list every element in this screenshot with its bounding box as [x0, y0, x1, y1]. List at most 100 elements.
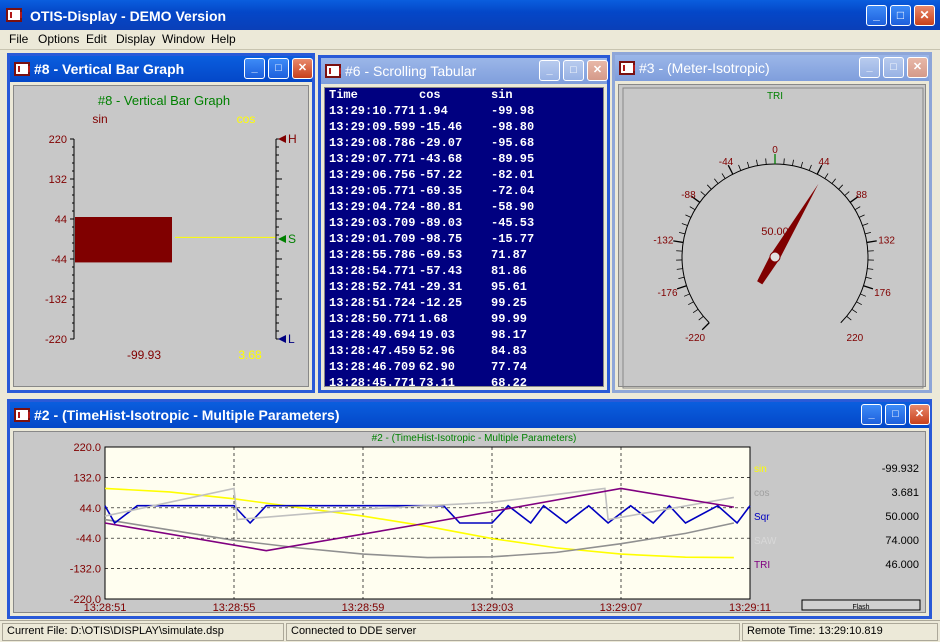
meter-minimize-button[interactable]: _: [859, 57, 880, 78]
meter-title: #3 - (Meter-Isotropic): [639, 60, 770, 76]
bar-minimize-button[interactable]: _: [244, 58, 265, 79]
app-title: OTIS-Display - DEMO Version: [30, 8, 227, 24]
timehist-minimize-button[interactable]: _: [861, 404, 882, 425]
x-tick-label: 13:29:03: [471, 602, 514, 614]
cell-time: 13:29:05.771: [329, 184, 416, 198]
timehist-title: #2 - (TimeHist-Isotropic - Multiple Para…: [34, 407, 340, 423]
legend-value: 74.000: [885, 535, 919, 547]
x-tick-label: 13:28:59: [342, 602, 385, 614]
meter-tick: [800, 161, 804, 168]
meter-scale-label: -44: [719, 157, 734, 168]
tabular-window[interactable]: #6 - Scrolling Tabular _ □ ✕ Time cos si…: [318, 55, 610, 393]
cell-cos: 52.96: [419, 344, 456, 358]
low-marker-icon: [278, 335, 286, 343]
cell-time: 13:29:03.709: [329, 216, 416, 230]
cell-sin: -99.98: [491, 104, 535, 118]
cell-cos: -29.07: [419, 136, 463, 150]
cell-time: 13:28:46.709: [329, 360, 416, 374]
bar-graph-canvas: #8 - Vertical Bar Graph sin cos 220 132 44…: [45, 93, 297, 362]
cell-sin: 77.74: [491, 360, 528, 374]
app-title-bar: OTIS-Display - DEMO Version _ □ ✕: [0, 0, 940, 30]
minimize-button[interactable]: _: [866, 5, 887, 26]
meter-tick: [851, 308, 858, 313]
legend-name: TRI: [754, 560, 770, 571]
meter-tick: [865, 276, 872, 279]
legend-name: Sqr: [754, 512, 770, 523]
bar-inner-title: #8 - Vertical Bar Graph: [98, 93, 230, 108]
menu-file[interactable]: File: [9, 32, 28, 46]
cell-cos: -69.35: [419, 184, 463, 198]
x-tick-label: 13:29:07: [600, 602, 643, 614]
close-button[interactable]: ✕: [914, 5, 935, 26]
meter-tick: [673, 240, 684, 244]
timehist-canvas: #2 - (TimeHist-Isotropic - Multiple Para…: [70, 433, 921, 614]
bar-graph-client: #8 - Vertical Bar Graph sin cos 220 132 44…: [13, 85, 309, 387]
bar-close-button[interactable]: ✕: [292, 58, 313, 79]
cell-cos: -15.46: [419, 120, 463, 134]
bar-graph-title: #8 - Vertical Bar Graph: [34, 61, 185, 77]
axis-tick-label: -44: [51, 254, 67, 266]
bar-maximize-button[interactable]: □: [268, 58, 289, 79]
cell-time: 13:28:55.786: [329, 248, 416, 262]
meter-scale-label: 176: [874, 288, 891, 299]
meter-label: TRI: [767, 91, 783, 102]
cell-time: 13:28:51.724: [329, 296, 416, 310]
cell-time: 13:29:06.756: [329, 168, 416, 182]
cell-sin: -72.04: [491, 184, 535, 198]
menu-edit[interactable]: Edit: [86, 32, 107, 46]
x-tick-label: 13:28:51: [84, 602, 127, 614]
tabular-close-button[interactable]: ✕: [587, 60, 608, 81]
meter-maximize-button[interactable]: □: [883, 57, 904, 78]
cell-sin: 81.86: [491, 264, 528, 278]
meter-pivot: [769, 251, 781, 263]
cell-time: 13:28:52.741: [329, 280, 416, 294]
y-tick-label: 220.0: [73, 442, 101, 454]
y-tick-label: -44.0: [76, 533, 101, 545]
meter-window[interactable]: #3 - (Meter-Isotropic) _ □ ✕ TRI -220 -17…: [612, 52, 932, 393]
maximize-button[interactable]: □: [890, 5, 911, 26]
tabular-maximize-button[interactable]: □: [563, 60, 584, 81]
legend-value: 50.000: [885, 511, 919, 523]
sin-label: sin: [92, 112, 107, 126]
header-cos: cos: [419, 88, 441, 102]
meter-tick: [854, 206, 861, 211]
menu-window[interactable]: Window: [162, 32, 205, 46]
meter-close-button[interactable]: ✕: [907, 57, 928, 78]
axis-tick-label: -132: [45, 294, 67, 306]
cell-sin: 99.99: [491, 312, 528, 326]
meter-tick: [783, 158, 785, 165]
tabular-minimize-button[interactable]: _: [539, 60, 560, 81]
timehist-close-button[interactable]: ✕: [909, 404, 930, 425]
meter-titlebar[interactable]: #3 - (Meter-Isotropic) _ □ ✕: [615, 55, 929, 81]
tabular-titlebar[interactable]: #6 - Scrolling Tabular _ □ ✕: [321, 58, 608, 84]
tabular-grid: Time cos sin 13:29:10.771 1.94 -99.98 13:29…: [324, 87, 604, 390]
menu-display[interactable]: Display: [116, 32, 155, 46]
timehist-maximize-button[interactable]: □: [885, 404, 906, 425]
cell-sin: -89.95: [491, 152, 535, 166]
bar-graph-window[interactable]: #8 - Vertical Bar Graph _ □ ✕ #8 - Verti…: [7, 53, 315, 393]
legend-name: cos: [754, 488, 770, 499]
cell-sin: 99.25: [491, 296, 528, 310]
meter-tick: [701, 322, 710, 331]
menu-help[interactable]: Help: [211, 32, 236, 46]
legend-value: 46.000: [885, 559, 919, 571]
timehist-titlebar[interactable]: #2 - (TimeHist-Isotropic - Multiple Para…: [10, 402, 930, 428]
cell-sin: 68.22: [491, 376, 528, 390]
status-connection: Connected to DDE server: [286, 623, 740, 641]
app-icon: [6, 8, 22, 22]
timehist-window[interactable]: #2 - (TimeHist-Isotropic - Multiple Para…: [7, 399, 932, 619]
cell-time: 13:28:50.771: [329, 312, 416, 326]
menu-options[interactable]: Options: [38, 32, 79, 46]
cell-sin: 95.61: [491, 280, 528, 294]
timehist-client: #2 - (TimeHist-Isotropic - Multiple Para…: [13, 431, 926, 614]
cell-sin: -82.01: [491, 168, 535, 182]
cell-time: 13:29:04.724: [329, 200, 416, 214]
meter-tick: [676, 285, 687, 290]
cell-cos: 62.90: [419, 360, 456, 374]
meter-tick: [721, 173, 726, 179]
window-icon: [14, 62, 30, 76]
bar-graph-titlebar[interactable]: #8 - Vertical Bar Graph _ □ ✕: [10, 56, 313, 82]
meter-tick: [856, 301, 862, 306]
meter-canvas: TRI -220-176-132-88-4404488132176220 50.…: [622, 87, 924, 389]
legend-name: SAW: [754, 536, 777, 547]
